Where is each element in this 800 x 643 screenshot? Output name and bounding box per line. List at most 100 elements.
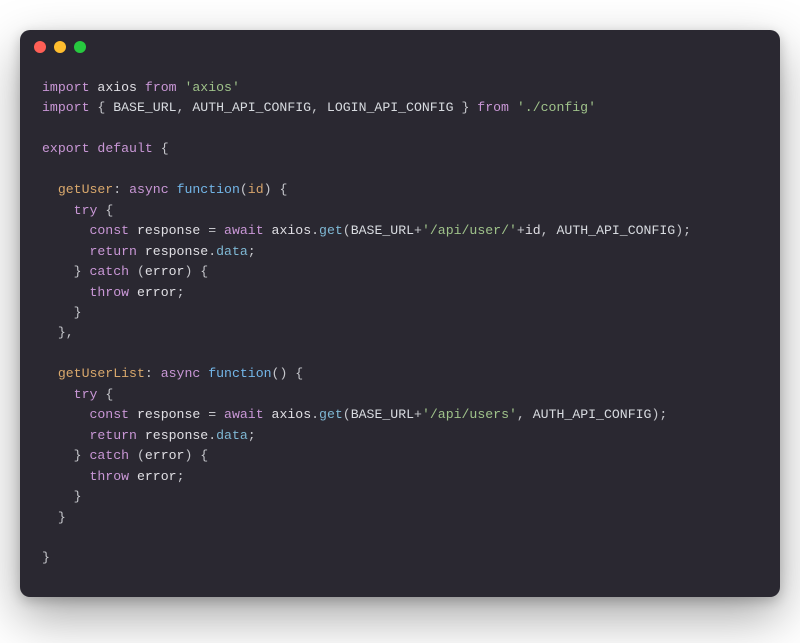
code-token: axios xyxy=(97,80,137,95)
code-token: } xyxy=(42,264,89,279)
code-token xyxy=(42,407,89,422)
code-token: ) { xyxy=(264,182,288,197)
code-token: get xyxy=(319,223,343,238)
code-line xyxy=(42,160,758,180)
code-token: ( xyxy=(129,264,145,279)
code-token xyxy=(169,182,177,197)
code-token: id xyxy=(525,223,541,238)
code-line: } catch (error) { xyxy=(42,262,758,282)
code-token: const xyxy=(89,223,129,238)
code-line: return response.data; xyxy=(42,242,758,262)
code-token xyxy=(129,407,137,422)
code-token xyxy=(264,407,272,422)
code-token: ( xyxy=(343,407,351,422)
code-token: , xyxy=(541,223,557,238)
code-token: ); xyxy=(675,223,691,238)
code-token: export xyxy=(42,141,89,156)
close-icon[interactable] xyxy=(34,41,46,53)
code-token: error xyxy=(145,264,185,279)
code-token: function xyxy=(208,366,271,381)
maximize-icon[interactable] xyxy=(74,41,86,53)
code-token: ( xyxy=(240,182,248,197)
code-token: data xyxy=(216,244,248,259)
code-token: + xyxy=(517,223,525,238)
code-token: import xyxy=(42,100,89,115)
code-token xyxy=(42,203,74,218)
code-line: export default { xyxy=(42,139,758,159)
code-token: from xyxy=(477,100,509,115)
code-token: , xyxy=(177,100,193,115)
code-line: } xyxy=(42,487,758,507)
code-token: await xyxy=(224,407,264,422)
code-token xyxy=(129,223,137,238)
code-line xyxy=(42,528,758,548)
code-token: try xyxy=(74,203,98,218)
code-token: response xyxy=(145,244,208,259)
code-token: ; xyxy=(177,285,185,300)
code-token: throw xyxy=(89,285,129,300)
code-token: } xyxy=(42,550,50,565)
code-token: } xyxy=(42,510,66,525)
code-token: } xyxy=(454,100,478,115)
code-token: ( xyxy=(129,448,145,463)
code-token: 'axios' xyxy=(184,80,239,95)
code-token: }, xyxy=(42,325,74,340)
code-line xyxy=(42,119,758,139)
code-token: . xyxy=(311,407,319,422)
code-line: import axios from 'axios' xyxy=(42,78,758,98)
code-token: error xyxy=(137,469,177,484)
code-token: response xyxy=(137,223,200,238)
code-token: async xyxy=(161,366,201,381)
code-token: getUserList xyxy=(58,366,145,381)
code-token: catch xyxy=(89,448,129,463)
code-token: + xyxy=(414,223,422,238)
code-line: throw error; xyxy=(42,467,758,487)
code-token: id xyxy=(248,182,264,197)
code-token xyxy=(42,428,89,443)
code-token: , xyxy=(311,100,327,115)
code-line: import { BASE_URL, AUTH_API_CONFIG, LOGI… xyxy=(42,98,758,118)
code-token: ; xyxy=(248,428,256,443)
code-line: } catch (error) { xyxy=(42,446,758,466)
code-token: '/api/user/' xyxy=(422,223,517,238)
code-token: AUTH_API_CONFIG xyxy=(192,100,311,115)
code-token: , xyxy=(517,407,533,422)
code-token: axios xyxy=(272,223,312,238)
code-token: ); xyxy=(651,407,667,422)
code-token: getUser xyxy=(58,182,113,197)
code-token: data xyxy=(216,428,248,443)
code-token xyxy=(42,285,89,300)
code-token: BASE_URL xyxy=(351,407,414,422)
code-token: { xyxy=(89,100,113,115)
code-token: { xyxy=(153,141,169,156)
code-token: default xyxy=(97,141,152,156)
code-token: } xyxy=(42,489,82,504)
code-token xyxy=(129,285,137,300)
minimize-icon[interactable] xyxy=(54,41,66,53)
code-token: await xyxy=(224,223,264,238)
code-token: throw xyxy=(89,469,129,484)
code-token: './config' xyxy=(517,100,596,115)
code-line: getUser: async function(id) { xyxy=(42,180,758,200)
code-token: error xyxy=(145,448,185,463)
code-token: } xyxy=(42,448,89,463)
code-token: return xyxy=(89,428,136,443)
code-token: . xyxy=(208,244,216,259)
code-line: throw error; xyxy=(42,283,758,303)
code-line: return response.data; xyxy=(42,426,758,446)
code-token: ) { xyxy=(184,448,208,463)
code-token xyxy=(137,428,145,443)
code-line: getUserList: async function() { xyxy=(42,364,758,384)
code-token: : xyxy=(113,182,129,197)
code-line: } xyxy=(42,548,758,568)
code-token: . xyxy=(311,223,319,238)
code-token xyxy=(42,387,74,402)
code-token: get xyxy=(319,407,343,422)
code-token xyxy=(137,80,145,95)
code-line xyxy=(42,344,758,364)
code-token xyxy=(264,223,272,238)
code-token: catch xyxy=(89,264,129,279)
code-token xyxy=(42,223,89,238)
code-token: BASE_URL xyxy=(113,100,176,115)
code-token: AUTH_API_CONFIG xyxy=(533,407,652,422)
